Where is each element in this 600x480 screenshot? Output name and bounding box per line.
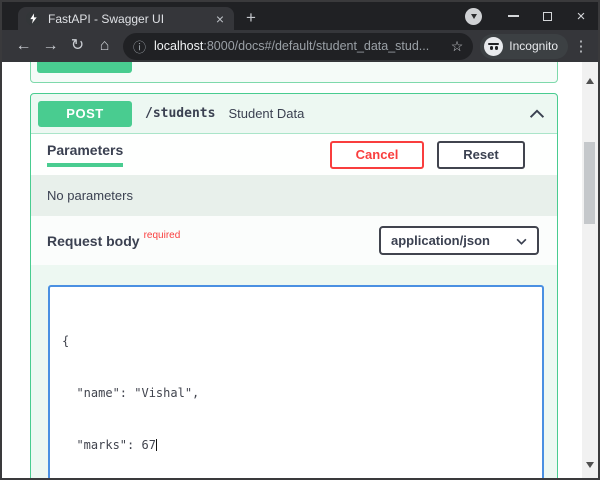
cancel-button[interactable]: Cancel (330, 141, 424, 169)
fastapi-favicon-icon (26, 11, 41, 26)
url-host: localhost (154, 39, 203, 53)
request-body-header: Request body required application/json (31, 216, 557, 265)
endpoint-summary[interactable]: POST /students Student Data (31, 94, 557, 134)
tab-bar: FastAPI - Swagger UI × + × (2, 2, 598, 30)
url-text: localhost:8000/docs#/default/student_dat… (154, 39, 429, 53)
media-type-select[interactable]: application/json (379, 226, 539, 255)
site-info-icon[interactable]: ⓘ (133, 37, 146, 56)
incognito-icon (484, 37, 503, 56)
minimize-icon (508, 15, 519, 17)
request-body-editor[interactable]: { "name": "Vishal", "marks": 67 } (48, 285, 544, 478)
browser-window: FastAPI - Swagger UI × + × ← → ↻ ⌂ ⓘ loc… (0, 0, 600, 480)
forward-icon[interactable]: → (37, 38, 64, 54)
endpoint-description: Student Data (228, 106, 304, 121)
address-bar[interactable]: ⓘ localhost:8000/docs#/default/student_d… (123, 33, 473, 60)
page-scrollbar[interactable] (582, 62, 598, 478)
method-badge: POST (38, 101, 132, 127)
select-chevron-down-icon (516, 233, 527, 248)
reload-icon[interactable]: ↻ (64, 38, 91, 54)
editor-line: "name": "Vishal", (62, 385, 530, 402)
scroll-up-arrow-icon[interactable] (582, 74, 598, 88)
url-path: :8000/docs#/default/student_data_stud... (203, 39, 429, 53)
tab-title: FastAPI - Swagger UI (48, 12, 207, 26)
new-tab-button[interactable]: + (234, 9, 266, 30)
browser-tab[interactable]: FastAPI - Swagger UI × (18, 7, 234, 30)
parameters-header: Parameters Cancel Reset (31, 134, 557, 175)
scrollbar-thumb[interactable] (584, 142, 595, 224)
post-students-block: POST /students Student Data Parameters C… (30, 93, 558, 478)
home-icon[interactable]: ⌂ (91, 38, 118, 54)
required-label: required (144, 230, 181, 241)
header-buttons: Cancel Reset (330, 141, 525, 169)
endpoint-path: /students (145, 106, 215, 121)
window-maximize-button[interactable] (530, 2, 564, 30)
editor-line: "marks": 67 (62, 437, 530, 454)
editor-line: { (62, 333, 530, 350)
previous-endpoint-fragment[interactable] (30, 62, 558, 83)
collapse-chevron-up-icon[interactable] (529, 109, 545, 119)
window-close-button[interactable]: × (564, 2, 598, 30)
media-type-value: application/json (391, 233, 490, 248)
tab-close-icon[interactable]: × (214, 12, 226, 26)
request-body-section: { "name": "Vishal", "marks": 67 } (31, 265, 557, 478)
incognito-badge: Incognito (480, 34, 568, 59)
scroll-down-arrow-icon[interactable] (582, 458, 598, 472)
window-controls: × (465, 2, 598, 30)
maximize-icon (543, 12, 552, 21)
titlebar-profile-icon[interactable] (465, 8, 482, 25)
reset-button[interactable]: Reset (437, 141, 525, 169)
browser-toolbar: ← → ↻ ⌂ ⓘ localhost:8000/docs#/default/s… (2, 30, 598, 62)
browser-menu-icon[interactable]: ⋮ (572, 37, 590, 55)
swagger-page: POST /students Student Data Parameters C… (2, 62, 598, 478)
parameters-title: Parameters (47, 142, 123, 167)
bookmark-star-icon[interactable]: ☆ (443, 38, 464, 55)
window-minimize-button[interactable] (496, 2, 530, 30)
request-body-title: Request body (47, 233, 140, 249)
chevron-down-icon (471, 14, 477, 19)
back-icon[interactable]: ← (10, 38, 37, 54)
previous-method-badge (37, 62, 132, 73)
no-parameters-text: No parameters (31, 175, 557, 216)
text-cursor (156, 439, 157, 451)
incognito-label: Incognito (509, 39, 558, 53)
